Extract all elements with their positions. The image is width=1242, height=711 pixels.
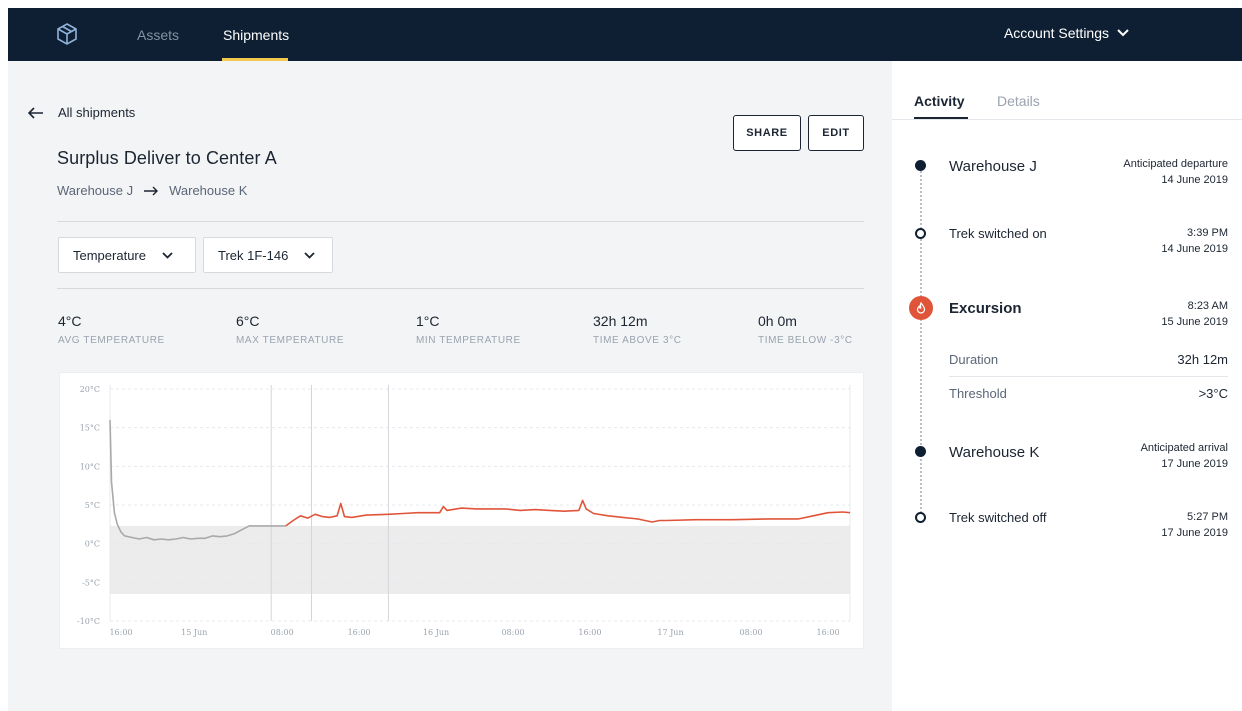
event-meta: Anticipated departure 14 June 2019 <box>1123 156 1228 188</box>
event-meta-line2: 17 June 2019 <box>1161 527 1228 539</box>
event-meta: 8:23 AM 15 June 2019 <box>1161 298 1228 330</box>
stat-value: 6°C <box>236 313 260 329</box>
stat-value: 1°C <box>416 313 440 329</box>
chevron-down-icon <box>162 251 173 259</box>
x-tick-label: 16:00 <box>348 628 371 637</box>
event-title: Trek switched off <box>949 510 1047 525</box>
event-meta-line1: 5:27 PM <box>1187 511 1228 523</box>
event-meta-line2: 14 June 2019 <box>1161 174 1228 186</box>
timeline-dot-filled <box>915 160 926 171</box>
duration-label: Duration <box>949 352 999 367</box>
series-line-excursion <box>285 499 851 527</box>
series-line-in-range <box>109 419 286 541</box>
y-tick-label: 5°C <box>85 501 100 510</box>
event-meta: 3:39 PM 14 June 2019 <box>1161 225 1228 257</box>
x-tick-label: 17 Jun <box>657 628 683 637</box>
x-tick-label: 16:00 <box>578 628 601 637</box>
stat-value: 32h 12m <box>593 313 648 329</box>
x-tick-label: 08:00 <box>501 628 524 637</box>
x-tick-label: 16:00 <box>109 628 132 637</box>
event-meta-line2: 14 June 2019 <box>1161 243 1228 255</box>
y-tick-label: -10°C <box>77 617 100 626</box>
stat-max-temperature: 6°C MAX TEMPERATURE <box>236 313 344 346</box>
y-tick-label: 15°C <box>80 424 100 433</box>
nav-tab-assets[interactable]: Assets <box>137 27 179 43</box>
route-destination: Warehouse K <box>169 183 248 198</box>
x-tick-label: 16 Jun <box>423 628 449 637</box>
event-meta: 5:27 PM 17 June 2019 <box>1161 509 1228 541</box>
arrow-left-icon <box>28 106 43 119</box>
stat-label: TIME BELOW -3°C <box>758 335 853 346</box>
stat-value: 4°C <box>58 313 82 329</box>
y-tick-label: 10°C <box>80 462 100 471</box>
timeline-dot-open <box>915 512 926 523</box>
event-meta-line2: 15 June 2019 <box>1161 316 1228 328</box>
y-tick-label: 20°C <box>80 385 100 394</box>
page-title: Surplus Deliver to Center A <box>57 148 277 168</box>
back-link[interactable]: All shipments <box>28 105 135 120</box>
event-title: Warehouse K <box>949 444 1040 461</box>
share-button[interactable]: SHARE <box>733 115 801 151</box>
metric-select[interactable]: Temperature <box>58 237 196 273</box>
chevron-down-icon <box>1117 29 1129 37</box>
temperature-chart-svg: 20°C 15°C 10°C 5°C 0°C -5°C -10°C 16:00 15 Jun 08… <box>77 385 851 637</box>
nav-tab-shipments[interactable]: Shipments <box>223 27 289 43</box>
account-settings-menu[interactable]: Account Settings <box>1004 25 1129 41</box>
shipment-route: Warehouse J Warehouse K <box>57 183 247 198</box>
event-title: Trek switched on <box>949 226 1047 241</box>
threshold-value: >3°C <box>1198 386 1228 401</box>
event-title: Warehouse J <box>949 158 1037 175</box>
account-settings-label: Account Settings <box>1003 25 1109 41</box>
activity-sidebar: Activity Details Warehouse J Anticipated… <box>892 61 1242 711</box>
stat-time-below: 0h 0m TIME BELOW -3°C <box>758 313 853 346</box>
x-tick-label: 08:00 <box>271 628 294 637</box>
timeline-dot-filled <box>915 446 926 457</box>
duration-value: 32h 12m <box>1177 352 1228 367</box>
x-tick-label: 15 Jun <box>181 628 207 637</box>
event-meta-line1: Anticipated arrival <box>1140 442 1228 454</box>
x-tick-label: 16:00 <box>816 628 839 637</box>
temperature-chart: 20°C 15°C 10°C 5°C 0°C -5°C -10°C 16:00 15 Jun 08… <box>59 372 864 649</box>
stat-avg-temperature: 4°C AVG TEMPERATURE <box>58 313 165 346</box>
divider <box>949 376 1228 377</box>
device-select[interactable]: Trek 1F-146 <box>203 237 333 273</box>
arrow-right-icon <box>144 186 159 195</box>
shipment-detail-panel: All shipments Surplus Deliver to Center … <box>8 61 892 711</box>
stat-label: AVG TEMPERATURE <box>58 335 165 346</box>
stat-label: TIME ABOVE 3°C <box>593 335 682 346</box>
event-meta: Anticipated arrival 17 June 2019 <box>1141 440 1228 472</box>
flame-icon <box>916 302 926 314</box>
metric-select-value: Temperature <box>73 247 146 263</box>
x-tick-label: 08:00 <box>740 628 763 637</box>
timeline-line <box>920 171 922 513</box>
tab-activity[interactable]: Activity <box>914 93 965 109</box>
device-select-value: Trek 1F-146 <box>218 247 289 263</box>
stat-time-above: 32h 12m TIME ABOVE 3°C <box>593 313 682 346</box>
timeline-dot-open <box>915 228 926 239</box>
y-tick-label: -5°C <box>82 578 100 587</box>
edit-button[interactable]: EDIT <box>808 115 864 151</box>
tab-details[interactable]: Details <box>997 93 1040 109</box>
stat-min-temperature: 1°C MIN TEMPERATURE <box>416 313 521 346</box>
stat-label: MIN TEMPERATURE <box>416 335 521 346</box>
threshold-label: Threshold <box>949 386 1007 401</box>
cube-icon[interactable] <box>56 22 78 46</box>
event-meta-line1: Anticipated departure <box>1123 158 1228 170</box>
stat-value: 0h 0m <box>758 313 797 329</box>
chevron-down-icon <box>304 251 315 259</box>
event-meta-line2: 17 June 2019 <box>1161 458 1228 470</box>
event-meta-line1: 3:39 PM <box>1187 227 1228 239</box>
back-link-label: All shipments <box>58 105 136 120</box>
route-origin: Warehouse J <box>57 183 134 198</box>
y-tick-label: 0°C <box>85 540 100 549</box>
event-title: Excursion <box>949 300 1022 317</box>
stat-label: MAX TEMPERATURE <box>236 335 345 346</box>
divider <box>892 119 1242 120</box>
event-meta-line1: 8:23 AM <box>1187 300 1228 312</box>
excursion-marker <box>909 296 933 320</box>
divider <box>57 221 864 222</box>
divider <box>57 288 864 289</box>
top-nav-bar: Assets Shipments Account Settings <box>8 8 1242 61</box>
